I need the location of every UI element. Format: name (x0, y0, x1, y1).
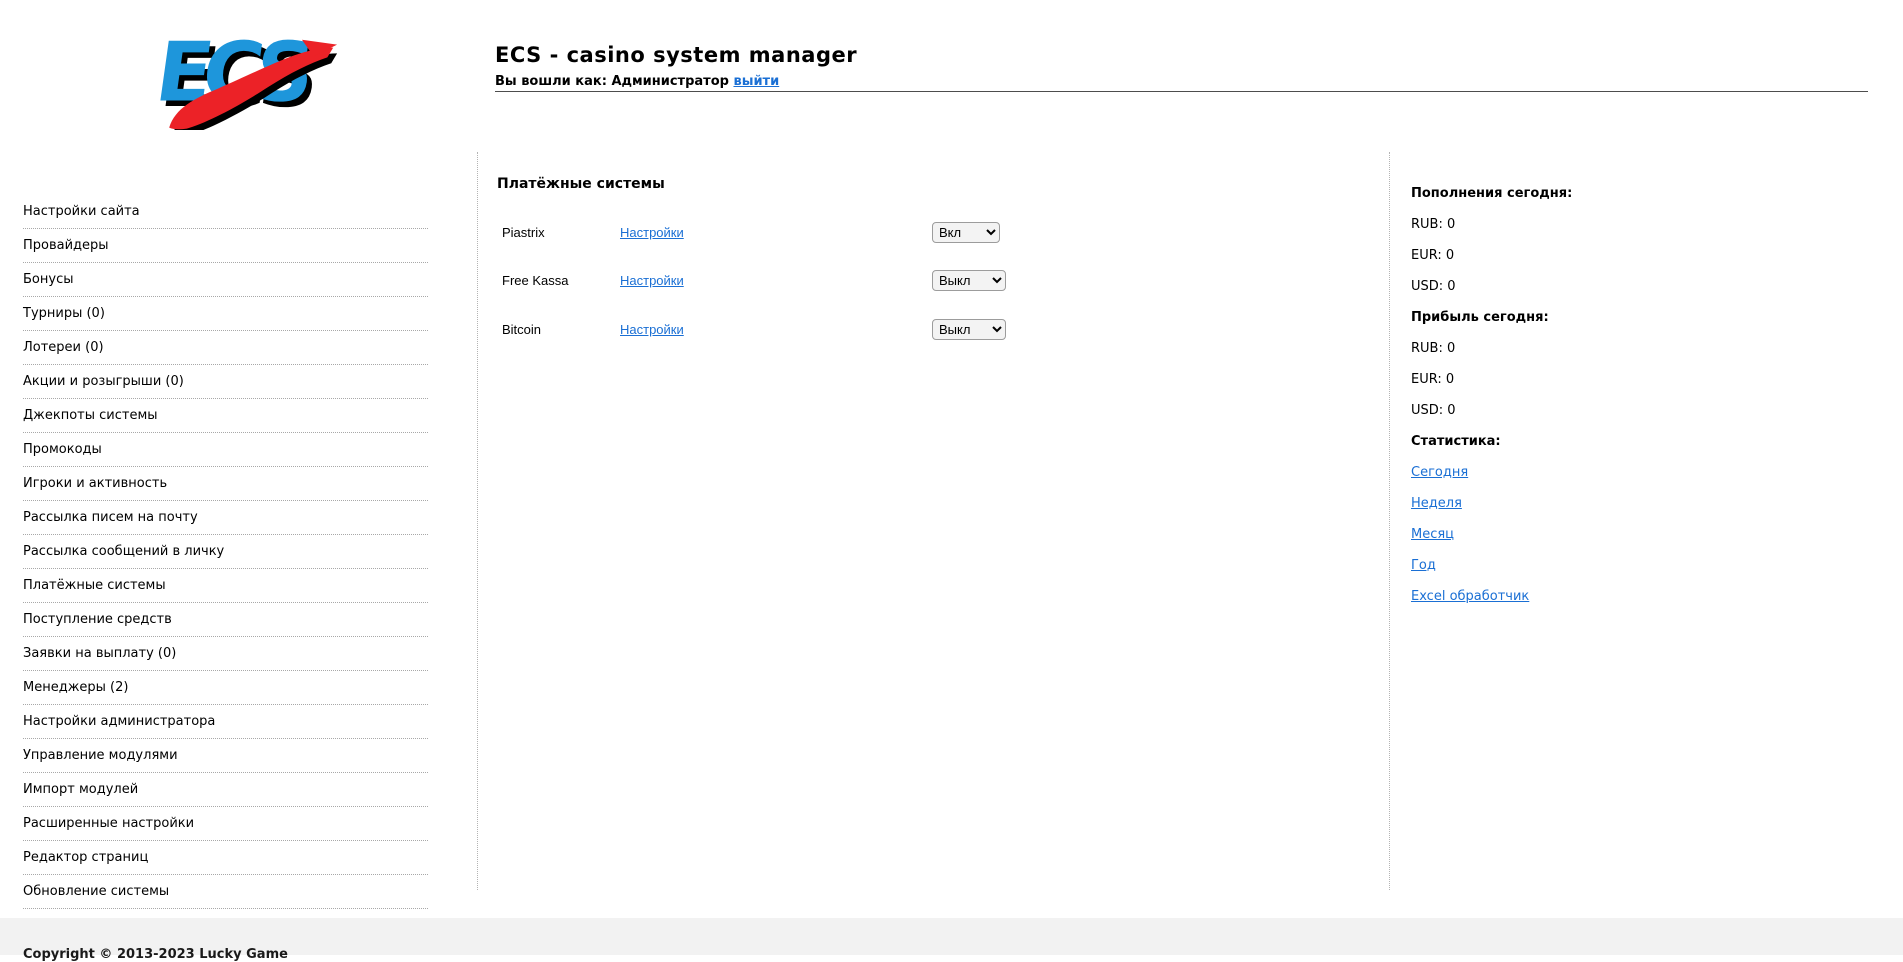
stats-link[interactable]: Месяц (1411, 527, 1454, 542)
sidebar-menu: Настройки сайта Провайдеры Бонусы Турниры (… (23, 195, 428, 909)
payment-rows: Piastrix Настройки ВклВыкл Free Kassa Настро… (497, 208, 1357, 354)
stats-heading: Статистика: (1411, 434, 1501, 449)
stats-heading: Пополнения сегодня: (1411, 186, 1573, 201)
sidebar-item[interactable]: Поступление средств (23, 603, 428, 637)
payment-name: Bitcoin (502, 321, 542, 337)
stats-heading: Прибыль сегодня: (1411, 310, 1549, 325)
sidebar-item[interactable]: Редактор страниц (23, 841, 428, 875)
stats-value: USD: 0 (1411, 279, 1456, 294)
logout-link[interactable]: выйти (733, 74, 779, 89)
ecs-logo: ECS ECS (150, 26, 338, 130)
sidebar-item[interactable]: Импорт модулей (23, 773, 428, 807)
stats-panel: Пополнения сегодня: RUB: 0 EUR: 0 USD: 0 При… (1411, 178, 1711, 612)
stats-value: EUR: 0 (1411, 372, 1455, 387)
sidebar-item[interactable]: Джекпоты системы (23, 399, 428, 433)
main-stats-divider (1389, 152, 1390, 890)
payment-row: Piastrix Настройки ВклВыкл (497, 208, 1357, 257)
payment-settings-link[interactable]: Настройки (620, 322, 684, 337)
sidebar-item[interactable]: Рассылка писем на почту (23, 501, 428, 535)
sidebar-item[interactable]: Платёжные системы (23, 569, 428, 603)
sidebar-item[interactable]: Рассылка сообщений в личку (23, 535, 428, 569)
stats-link[interactable]: Excel обработчик (1411, 589, 1529, 604)
sidebar-item[interactable]: Лотереи (0) (23, 331, 428, 365)
stats-value: RUB: 0 (1411, 217, 1456, 232)
sidebar-item[interactable]: Расширенные настройки (23, 807, 428, 841)
payment-row: Free Kassa Настройки ВклВыкл (497, 257, 1357, 306)
payment-name: Free Kassa (502, 273, 569, 289)
sidebar-item[interactable]: Заявки на выплату (0) (23, 637, 428, 671)
payment-status-select[interactable]: ВклВыкл (932, 270, 1006, 292)
sidebar-item[interactable]: Бонусы (23, 263, 428, 297)
stats-link[interactable]: Год (1411, 558, 1436, 573)
payment-settings-link[interactable]: Настройки (620, 225, 684, 240)
sidebar-main-divider (477, 152, 478, 890)
sidebar-item[interactable]: Обновление системы (23, 875, 428, 909)
footer: Copyright © 2013-2023 Lucky Game (0, 918, 1903, 962)
stats-link[interactable]: Неделя (1411, 496, 1462, 511)
payment-settings-link[interactable]: Настройки (620, 273, 684, 288)
payment-row: Bitcoin Настройки ВклВыкл (497, 305, 1357, 354)
stats-value: USD: 0 (1411, 403, 1456, 418)
sidebar-item[interactable]: Турниры (0) (23, 297, 428, 331)
panel-heading: Платёжные системы (497, 176, 665, 192)
payment-status-select[interactable]: ВклВыкл (932, 221, 1000, 243)
sidebar-item[interactable]: Игроки и активность (23, 467, 428, 501)
sidebar-item[interactable]: Настройки сайта (23, 195, 428, 229)
sidebar-item[interactable]: Провайдеры (23, 229, 428, 263)
sidebar-item[interactable]: Акции и розыгрыши (0) (23, 365, 428, 399)
payment-name: Piastrix (502, 224, 545, 240)
sidebar-item[interactable]: Настройки администратора (23, 705, 428, 739)
stats-value: RUB: 0 (1411, 341, 1456, 356)
sidebar-item[interactable]: Менеджеры (2) (23, 671, 428, 705)
logged-in-as-label: Вы вошли как: Администратор (495, 74, 729, 89)
stats-link[interactable]: Сегодня (1411, 465, 1468, 480)
header: ECS - casino system manager Вы вошли как… (495, 44, 857, 88)
sidebar-item[interactable]: Промокоды (23, 433, 428, 467)
payment-systems-panel: Платёжные системы Piastrix Настройки ВклВы… (497, 148, 1357, 354)
payment-status-select[interactable]: ВклВыкл (932, 318, 1006, 340)
page-title: ECS - casino system manager (495, 43, 858, 67)
sidebar-item[interactable]: Управление модулями (23, 739, 428, 773)
header-divider (495, 91, 1868, 92)
stats-value: EUR: 0 (1411, 248, 1455, 263)
